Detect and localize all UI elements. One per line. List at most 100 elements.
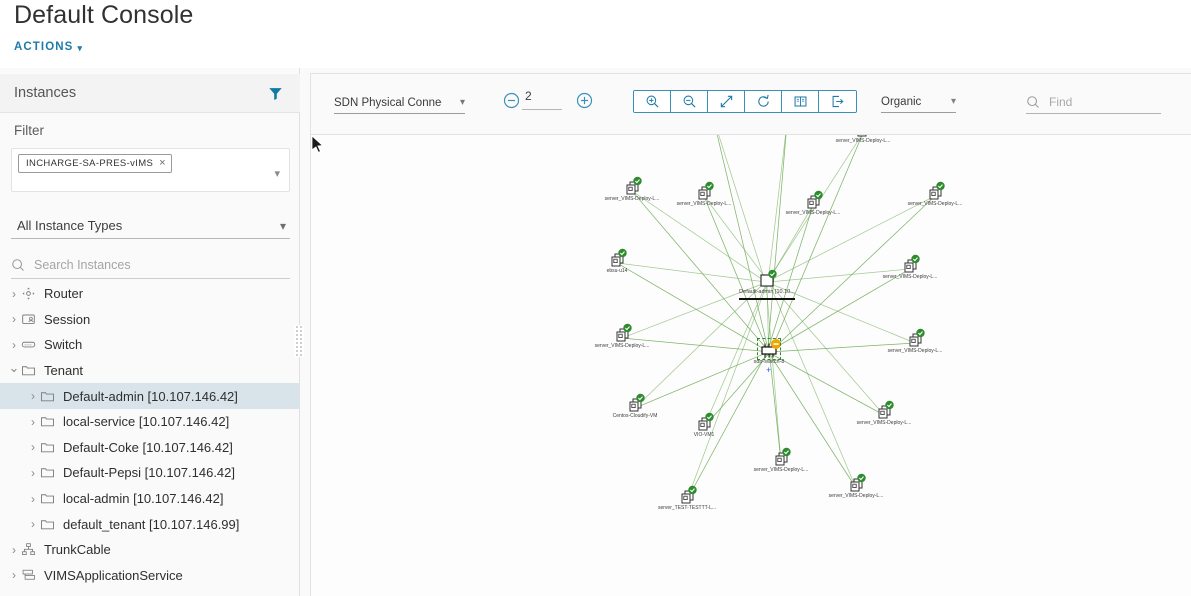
tree-item-label: Router	[44, 286, 84, 302]
tree-item-icon	[39, 414, 56, 429]
chevron-right-icon[interactable]: ›	[27, 492, 39, 506]
tree-item-label: Tenant	[44, 363, 84, 379]
instances-panel: Instances Filter INCHARGE-SA-PRES-vIMS ×…	[0, 68, 300, 596]
tree-item-default-admin[interactable]: › Default-admin [10.107.146.42]	[0, 383, 300, 409]
depth-value[interactable]: 2	[522, 89, 562, 110]
chevron-down-icon[interactable]: ▾	[274, 167, 280, 180]
instance-type-select-value: All Instance Types	[17, 218, 123, 233]
tree-item-router[interactable]: › Router	[0, 281, 300, 307]
router-icon	[22, 287, 35, 300]
graph-node-label: server_VIMS-Deploy-L...	[887, 348, 943, 354]
panel-resize-handle[interactable]	[294, 325, 304, 357]
zoom-in-icon	[646, 95, 659, 108]
folder-icon	[41, 417, 54, 427]
tree-item-local-service[interactable]: › local-service [10.107.146.42]	[0, 409, 300, 435]
find-input[interactable]	[1047, 93, 1151, 110]
filter-chip-box[interactable]: INCHARGE-SA-PRES-vIMS × ▾	[11, 148, 290, 192]
graph-node-label: server_TEST-TESTTT-L...	[657, 505, 717, 511]
refresh-button[interactable]	[745, 91, 782, 112]
tree-item-icon	[20, 568, 37, 583]
tree-item-switch[interactable]: › Switch	[0, 332, 300, 358]
graph-node-label: server_VIMS-Deploy-L...	[882, 274, 938, 280]
chevron-right-icon[interactable]: ›	[8, 312, 20, 326]
tree-item-session[interactable]: › Session	[0, 307, 300, 333]
chevron-right-icon[interactable]: ›	[27, 415, 39, 429]
layout-select[interactable]: Organic ▾	[881, 91, 956, 113]
chevron-right-icon[interactable]: ›	[27, 466, 39, 480]
chevron-down-icon[interactable]: ⌄	[8, 360, 20, 376]
chevron-right-icon[interactable]: ›	[8, 338, 20, 352]
relationship-select[interactable]: SDN Physical Connec ▾	[334, 92, 465, 114]
tree-item-icon	[20, 363, 37, 378]
graph-node-label: server_VIMS-Deploy-L...	[753, 467, 809, 473]
graph-node[interactable]	[611, 248, 627, 267]
graph-node[interactable]	[850, 473, 866, 492]
zoom-out-button[interactable]	[671, 91, 708, 112]
chevron-right-icon[interactable]: ›	[8, 568, 20, 582]
expand-node-icon[interactable]: +	[766, 366, 771, 375]
graph-node-label: server_VIMS-Deploy-L...	[856, 420, 912, 426]
tree-item-icon	[39, 389, 56, 404]
graph-node[interactable]	[929, 181, 945, 200]
tree-item-local-admin[interactable]: › local-admin [10.107.146.42]	[0, 486, 300, 512]
tree-item-icon	[20, 337, 37, 352]
chevron-right-icon[interactable]: ›	[8, 543, 20, 557]
chevron-right-icon[interactable]: ›	[27, 389, 39, 403]
export-icon	[832, 95, 844, 108]
graph-node[interactable]	[909, 328, 925, 347]
instance-type-select[interactable]: All Instance Types ▾	[11, 213, 290, 239]
circle-plus-icon[interactable]	[576, 92, 593, 109]
tree-item-label: VIMSApplicationService	[44, 567, 183, 583]
graph-node[interactable]	[626, 176, 642, 195]
refresh-icon	[757, 94, 769, 107]
chevron-right-icon[interactable]: ›	[27, 517, 39, 531]
actions-menu-button[interactable]: ACTIONS ▾	[14, 41, 83, 53]
circle-minus-icon[interactable]	[503, 92, 520, 109]
graph-node[interactable]	[698, 181, 714, 200]
search-instances-input[interactable]	[32, 257, 267, 273]
tree-item-trunkcable[interactable]: › TrunkCable	[0, 537, 300, 563]
search-instances-row[interactable]	[11, 252, 290, 279]
relationship-select-value: SDN Physical Connec	[334, 96, 442, 109]
overview-map-button[interactable]	[782, 91, 819, 112]
graph-node-label: Centos-Cloudify-VM	[612, 413, 658, 419]
tree-item-label: Session	[44, 311, 91, 327]
topology-graph-svg	[611, 135, 945, 504]
tree-item-tenant[interactable]: ⌄ Tenant	[0, 358, 300, 384]
tree-item-label: Default-admin [10.107.146.42]	[63, 388, 238, 404]
fit-to-screen-button[interactable]	[708, 91, 745, 112]
graph-node[interactable]	[878, 400, 894, 419]
graph-node-label: server_VIMS-Deploy-L...	[676, 201, 732, 207]
graph-node[interactable]	[775, 447, 791, 466]
chevron-right-icon[interactable]: ›	[27, 440, 39, 454]
graph-node[interactable]	[904, 254, 920, 273]
graph-node[interactable]	[681, 485, 697, 504]
graph-node-label: server_VIMS-Deploy-L...	[835, 138, 891, 144]
graph-edges	[616, 135, 936, 501]
topology-graph-canvas[interactable]: server_VIMS-Deploy-L... server_VIMS-Deplo…	[311, 135, 1191, 596]
tree-item-vimsapplicationservice[interactable]: › VIMSApplicationService	[0, 563, 300, 589]
close-icon[interactable]: ×	[159, 158, 165, 169]
tree-item-default-coke[interactable]: › Default-Coke [10.107.146.42]	[0, 435, 300, 461]
export-button[interactable]	[819, 91, 856, 112]
graph-node[interactable]	[698, 412, 714, 431]
tree-item-default_tenant[interactable]: › default_tenant [10.107.146.99]	[0, 511, 300, 537]
zoom-in-button[interactable]	[634, 91, 671, 112]
tree-item-icon	[20, 312, 37, 327]
filter-chip[interactable]: INCHARGE-SA-PRES-vIMS ×	[18, 154, 172, 173]
chevron-right-icon[interactable]: ›	[8, 287, 20, 301]
filter-funnel-icon[interactable]	[268, 86, 283, 101]
folder-icon	[41, 519, 54, 529]
chevron-down-icon: ▾	[459, 97, 465, 108]
search-icon	[1027, 95, 1039, 108]
folder-icon	[41, 468, 54, 478]
tree-item-icon	[39, 465, 56, 480]
find-row[interactable]	[1026, 90, 1161, 114]
graph-node[interactable]	[857, 135, 873, 137]
graph-toolbar: SDN Physical Connec ▾ 2 Organic ▾ Find	[311, 74, 1191, 135]
tree-item-default-pepsi[interactable]: › Default-Pepsi [10.107.146.42]	[0, 460, 300, 486]
graph-node[interactable]	[629, 393, 645, 412]
tree-item-icon	[20, 286, 37, 301]
folder-icon	[41, 443, 54, 453]
zoom-out-icon	[683, 95, 696, 108]
